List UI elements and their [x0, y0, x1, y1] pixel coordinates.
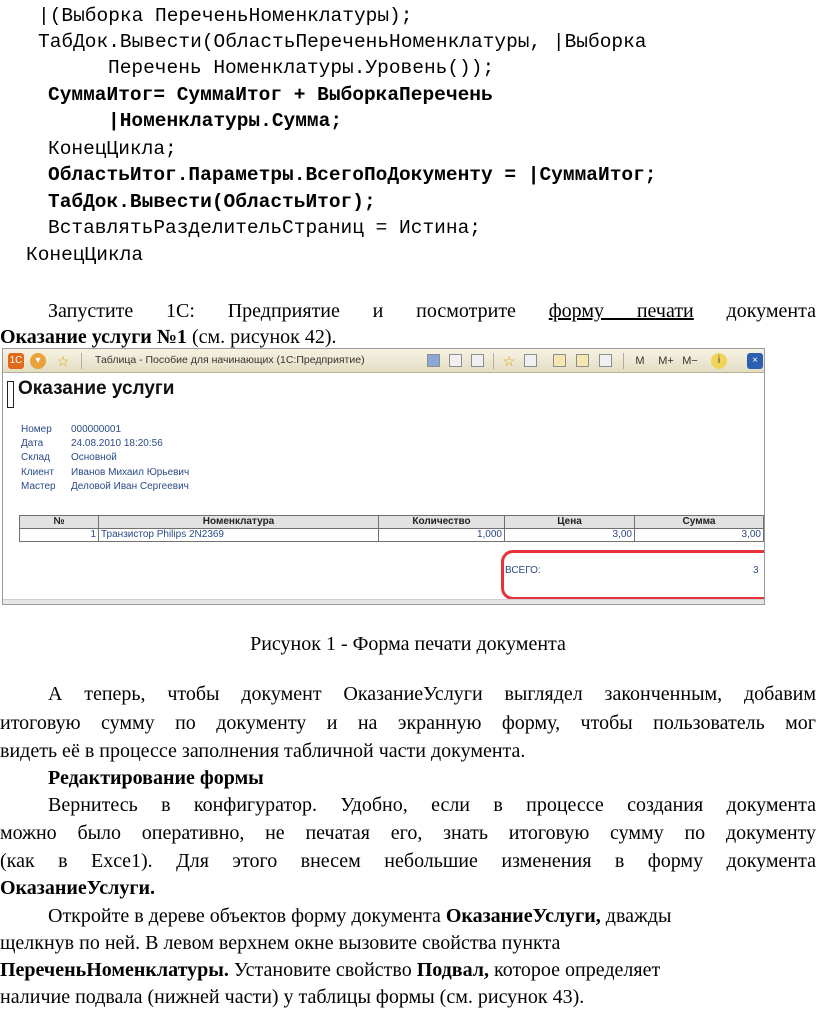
window-toolbar: 1С ▾ ☆ Таблица - Пособие для начинающих … — [3, 349, 764, 373]
toolbar-separator — [493, 353, 494, 369]
field-label: Дата — [21, 438, 44, 449]
memory-plus-button[interactable]: M+ — [655, 353, 677, 369]
calculator-icon[interactable] — [576, 354, 589, 367]
memory-minus-button[interactable]: M− — [679, 353, 701, 369]
field-label: Мастер — [21, 481, 56, 492]
total-highlight-outline — [501, 550, 764, 600]
print-form-link: форму печати — [548, 300, 694, 322]
paragraph-line: Вернитесь в конфигуратор. Удобно, если в… — [48, 794, 816, 816]
preview-icon[interactable] — [471, 354, 484, 367]
code-line: КонецЦикла; — [48, 138, 177, 160]
paragraph-line: (как в Exce1). Для этого внесем небольши… — [0, 850, 816, 872]
section-heading: Редактирование формы — [48, 767, 264, 789]
intro-line-1: Запустите 1С: Предприятие и посмотрите ф… — [48, 300, 816, 322]
save-icon[interactable] — [427, 354, 440, 367]
print-icon[interactable] — [449, 354, 462, 367]
column-header: Сумма — [634, 515, 764, 529]
code-line: |Номенклатуры.Сумма; — [108, 110, 343, 132]
close-window-icon[interactable]: × — [747, 353, 763, 369]
app-logo-icon: 1С — [8, 353, 24, 369]
code-line: ВставлятьРазделительСтраниц = Истина; — [48, 217, 481, 239]
calendar-icon[interactable] — [553, 354, 566, 367]
code-line: КонецЦикла — [26, 244, 144, 266]
field-value: Иванов Михаил Юрьевич — [71, 467, 190, 478]
paragraph-line: наличие подвала (нижней части) у таблицы… — [0, 986, 585, 1008]
horizontal-scrollbar[interactable] — [3, 599, 764, 604]
code-line: |(Выборка ПереченьНоменклатуры); — [38, 5, 413, 27]
field-label: Клиент — [21, 467, 54, 478]
paragraph-line: Откройте в дереве объектов форму докумен… — [48, 905, 672, 927]
field-value: Основной — [71, 452, 117, 463]
code-line: СуммаИтог= СуммаИтог + ВыборкаПеречень — [48, 84, 493, 106]
code-line: ТабДок.Вывести(ОбластьПереченьНоменклату… — [38, 31, 647, 53]
paragraph-line: видеть её в процессе заполнения таблично… — [0, 740, 526, 762]
field-value: Деловой Иван Сергеевич — [71, 481, 189, 492]
paragraph-line: можно было оперативно, не печатая его, з… — [0, 822, 816, 844]
toolbar-separator — [623, 353, 624, 369]
table-icon[interactable] — [524, 354, 537, 367]
column-header: Номенклатура — [98, 515, 379, 529]
code-line: ОбластьИтог.Параметры.ВсегоПоДокументу =… — [48, 164, 657, 186]
cell-sum: 3,00 — [634, 528, 764, 542]
toolbar-separator — [81, 353, 82, 369]
column-header: Количество — [378, 515, 505, 529]
edit-icon[interactable] — [599, 354, 612, 367]
cell-number: 1 — [19, 528, 99, 542]
code-line: ТабДок.Вывести(ОбластьИтог); — [48, 191, 376, 213]
cell-quantity: 1,000 — [378, 528, 505, 542]
table-row: 1 Транзистор Philips 2N2369 1,000 3,00 3… — [19, 528, 764, 542]
field-label: Склад — [21, 452, 50, 463]
figure-caption: Рисунок 1 - Форма печати документа — [250, 633, 566, 655]
table-header-row: № Номенклатура Количество Цена Сумма — [19, 515, 764, 529]
document-title: Оказание услуги — [18, 378, 175, 399]
field-label: Номер — [21, 424, 52, 435]
paragraph-line: итоговую сумму по документу и на экранну… — [0, 712, 816, 734]
window-title: Таблица - Пособие для начинающих (1С:Пре… — [95, 354, 365, 366]
paragraph-line: ПереченьНоменклатуры. Установите свойств… — [0, 959, 661, 981]
column-header: № — [19, 515, 99, 529]
print-form-screenshot: 1С ▾ ☆ Таблица - Пособие для начинающих … — [2, 348, 765, 605]
field-value: 24.08.2010 18:20:56 — [71, 438, 163, 449]
cell-item: Транзистор Philips 2N2369 — [98, 528, 379, 542]
paragraph-line: щелкнув по ней. В левом верхнем окне выз… — [0, 932, 561, 954]
cell-price: 3,00 — [504, 528, 635, 542]
favorite-star-icon[interactable]: ☆ — [55, 353, 71, 369]
goods-table: № Номенклатура Количество Цена Сумма 1 Т… — [19, 515, 764, 542]
column-header: Цена — [504, 515, 635, 529]
favorite-star-icon[interactable]: ☆ — [501, 353, 517, 369]
paragraph-line: А теперь, чтобы документ ОказаниеУслуги … — [48, 683, 816, 705]
menu-arrow-icon[interactable]: ▾ — [30, 353, 46, 369]
cell-cursor — [7, 381, 14, 408]
paragraph-line: ОказаниеУслуги. — [0, 877, 155, 899]
info-icon[interactable]: i — [711, 353, 727, 369]
code-line: Перечень Номенклатуры.Уровень()); — [108, 57, 495, 79]
field-value: 000000001 — [71, 424, 122, 435]
memory-button[interactable]: M — [633, 353, 647, 369]
